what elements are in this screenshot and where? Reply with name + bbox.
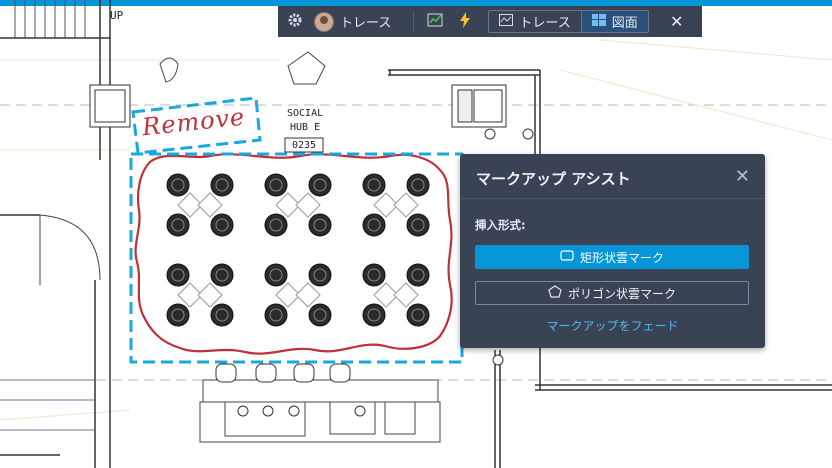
drawing-tab-icon	[591, 13, 606, 30]
panel-title: マークアップ アシスト	[476, 170, 631, 188]
view-toggle: トレース 図面	[488, 10, 649, 33]
tab-drawing[interactable]: 図面	[580, 11, 648, 32]
toolbar-close-button[interactable]: ✕	[659, 6, 695, 37]
fade-markup-link[interactable]: マークアップをフェード	[460, 317, 765, 334]
gear-icon	[287, 12, 303, 32]
rect-cloud-button[interactable]: 矩形状雲マーク	[475, 245, 749, 269]
lightning-button[interactable]	[450, 6, 480, 37]
close-icon: ✕	[670, 12, 684, 31]
room-name-line1: SOCIAL	[287, 108, 324, 119]
markup-check-button[interactable]	[420, 6, 450, 37]
up-label: UP	[110, 9, 124, 22]
polygon-cloud-button[interactable]: ポリゴン状雲マーク	[475, 281, 749, 305]
toolbar-divider	[413, 12, 415, 31]
table-group	[264, 173, 332, 237]
tab-trace-label: トレース	[519, 16, 571, 31]
table-groups	[166, 173, 430, 327]
markup-assist-panel: マークアップ アシスト ✕ 挿入形式: 矩形状雲マーク ポリゴン状雲マーク マー…	[460, 154, 765, 348]
markup-check-icon	[427, 13, 443, 31]
lightning-icon	[459, 11, 471, 32]
settings-button[interactable]	[278, 6, 312, 37]
panel-divider	[460, 198, 765, 199]
avatar	[314, 11, 334, 32]
polygon-cloud-label: ポリゴン状雲マーク	[567, 286, 676, 301]
rectangle-icon	[560, 250, 574, 264]
table-group	[166, 173, 234, 237]
polygon-icon	[548, 285, 562, 301]
table-group	[264, 263, 332, 327]
user-trace-button[interactable]: トレース	[312, 6, 399, 37]
room-number: 0235	[292, 140, 317, 151]
tab-trace[interactable]: トレース	[489, 11, 580, 32]
insert-format-label: 挿入形式:	[475, 218, 526, 232]
rect-cloud-label: 矩形状雲マーク	[579, 250, 664, 265]
table-group	[362, 263, 430, 327]
tab-drawing-label: 図面	[611, 16, 638, 31]
user-trace-label: トレース	[340, 16, 392, 31]
room-name-line2: HUB E	[290, 122, 321, 133]
trace-tab-icon	[499, 13, 514, 30]
table-group	[166, 263, 234, 327]
close-icon: ✕	[734, 166, 750, 187]
table-group	[362, 173, 430, 237]
panel-close-button[interactable]: ✕	[735, 168, 750, 186]
top-toolbar: トレース トレース 図面 ✕	[278, 6, 702, 37]
